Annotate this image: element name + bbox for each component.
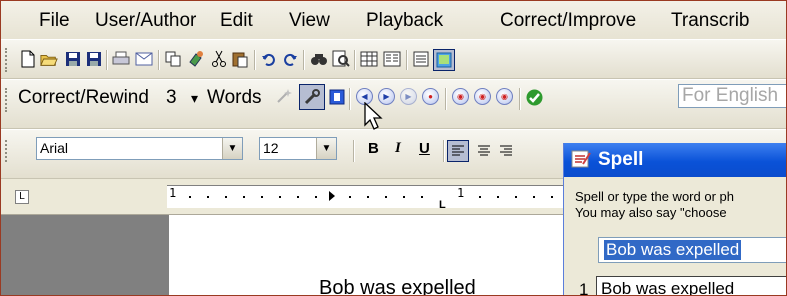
undo-icon[interactable] [260,50,278,68]
open-icon[interactable] [40,50,58,68]
save-all-icon[interactable] [85,50,103,68]
cut-icon[interactable] [210,50,228,68]
spell-input-value: Bob was expelled [604,240,742,260]
align-center-icon[interactable] [475,142,493,160]
align-right-icon[interactable] [497,142,515,160]
spell-instruction: Spell or type the word or ph [575,189,734,204]
mouse-cursor-icon [364,101,386,137]
spell-title-bar[interactable]: Spell [564,143,786,177]
menu-playback[interactable]: Playback [366,10,443,32]
italic-button[interactable]: I [395,140,401,157]
menu-view[interactable]: View [289,10,330,32]
table-icon[interactable] [360,50,378,68]
toolbar-grip[interactable] [5,140,10,162]
menu-file[interactable]: File [39,10,70,32]
indent-marker[interactable] [329,191,335,201]
check-icon[interactable] [525,88,543,106]
save-icon[interactable] [64,50,82,68]
separator [353,140,354,162]
document-margin [1,215,169,295]
spell-icon [570,149,592,169]
find-icon[interactable] [310,50,328,68]
standard-toolbar [1,39,786,79]
ruler-mark: 1 [169,186,177,200]
new-icon[interactable] [19,50,37,68]
preview-icon[interactable] [332,50,350,68]
chevron-down-icon[interactable]: ▾ [191,90,198,107]
separator [303,50,304,70]
tab-marker[interactable]: L [439,199,446,211]
separator [354,50,355,70]
menu-edit[interactable]: Edit [220,10,253,32]
separator [519,88,520,110]
underline-button[interactable]: U [419,140,430,157]
chevron-down-icon[interactable]: ▼ [222,138,242,159]
font-select[interactable]: Arial ▼ [36,137,243,160]
spell-instruction: You may also say "choose [575,205,727,220]
choice-item[interactable]: Bob was expelled [596,276,786,295]
monitor-icon[interactable] [433,49,455,71]
font-size-value: 12 [263,140,279,156]
separator [349,88,350,110]
mail-icon[interactable] [135,50,153,68]
play-selection-icon[interactable] [328,88,346,106]
correct-rewind-label[interactable]: Correct/Rewind [18,87,149,109]
paste-icon[interactable] [231,50,249,68]
separator [254,50,255,70]
copy-icon[interactable] [164,50,182,68]
language-input[interactable]: For English [678,84,786,108]
spell-dialog: Spell Spell or type the word or ph You m… [563,143,786,296]
columns-icon[interactable] [383,50,401,68]
ruler-mark: 1 [457,186,465,200]
separator [443,140,444,162]
separator [106,50,107,70]
align-left-icon[interactable] [447,140,469,162]
font-size-select[interactable]: 12 ▼ [259,137,337,160]
menu-transcribe[interactable]: Transcrib [671,10,749,32]
document-text[interactable]: Bob was expelled [319,277,476,295]
ruler-strip[interactable]: 1 1 L [167,185,566,211]
words-label[interactable]: Words [207,87,262,109]
ruler: L 1 1 L [1,179,566,215]
tab-stop-button[interactable]: L [15,190,29,204]
menu-correct-improve[interactable]: Correct/Improve [500,10,636,32]
speaker-loud-icon[interactable]: ◉ [474,88,491,105]
correct-tool-icon[interactable] [299,84,325,110]
chevron-down-icon[interactable]: ▼ [316,138,336,159]
toolbar-grip[interactable] [5,88,10,112]
fast-forward-icon[interactable]: ▶ [400,88,417,105]
speaker-stop-icon[interactable]: ◉ [496,88,513,105]
font-select-value: Arial [40,140,69,156]
menu-bar: File User/Author Edit View Playback Corr… [1,1,786,39]
spell-title: Spell [598,149,644,170]
speaker-icon[interactable]: ◉ [452,88,469,105]
spell-input[interactable]: Bob was expelled [598,237,786,263]
paint-icon[interactable] [187,50,205,68]
bold-button[interactable]: B [368,140,379,157]
toolbar-grip[interactable] [5,48,10,72]
separator [158,50,159,70]
record-icon[interactable]: ● [422,88,439,105]
doc-map-icon[interactable] [412,50,430,68]
separator [406,50,407,70]
choice-number: 1 [579,280,589,296]
wand-disabled-icon[interactable] [275,87,293,105]
correction-toolbar: Correct/Rewind 3 ▾ Words ◀ ▶ ▶ ● ◉ ◉ ◉ F… [1,79,786,129]
print-icon[interactable] [112,50,130,68]
application-window: File User/Author Edit View Playback Corr… [0,0,787,296]
rewind-count[interactable]: 3 [166,87,177,109]
menu-user-author[interactable]: User/Author [95,10,196,32]
redo-icon[interactable] [281,50,299,68]
separator [445,88,446,110]
